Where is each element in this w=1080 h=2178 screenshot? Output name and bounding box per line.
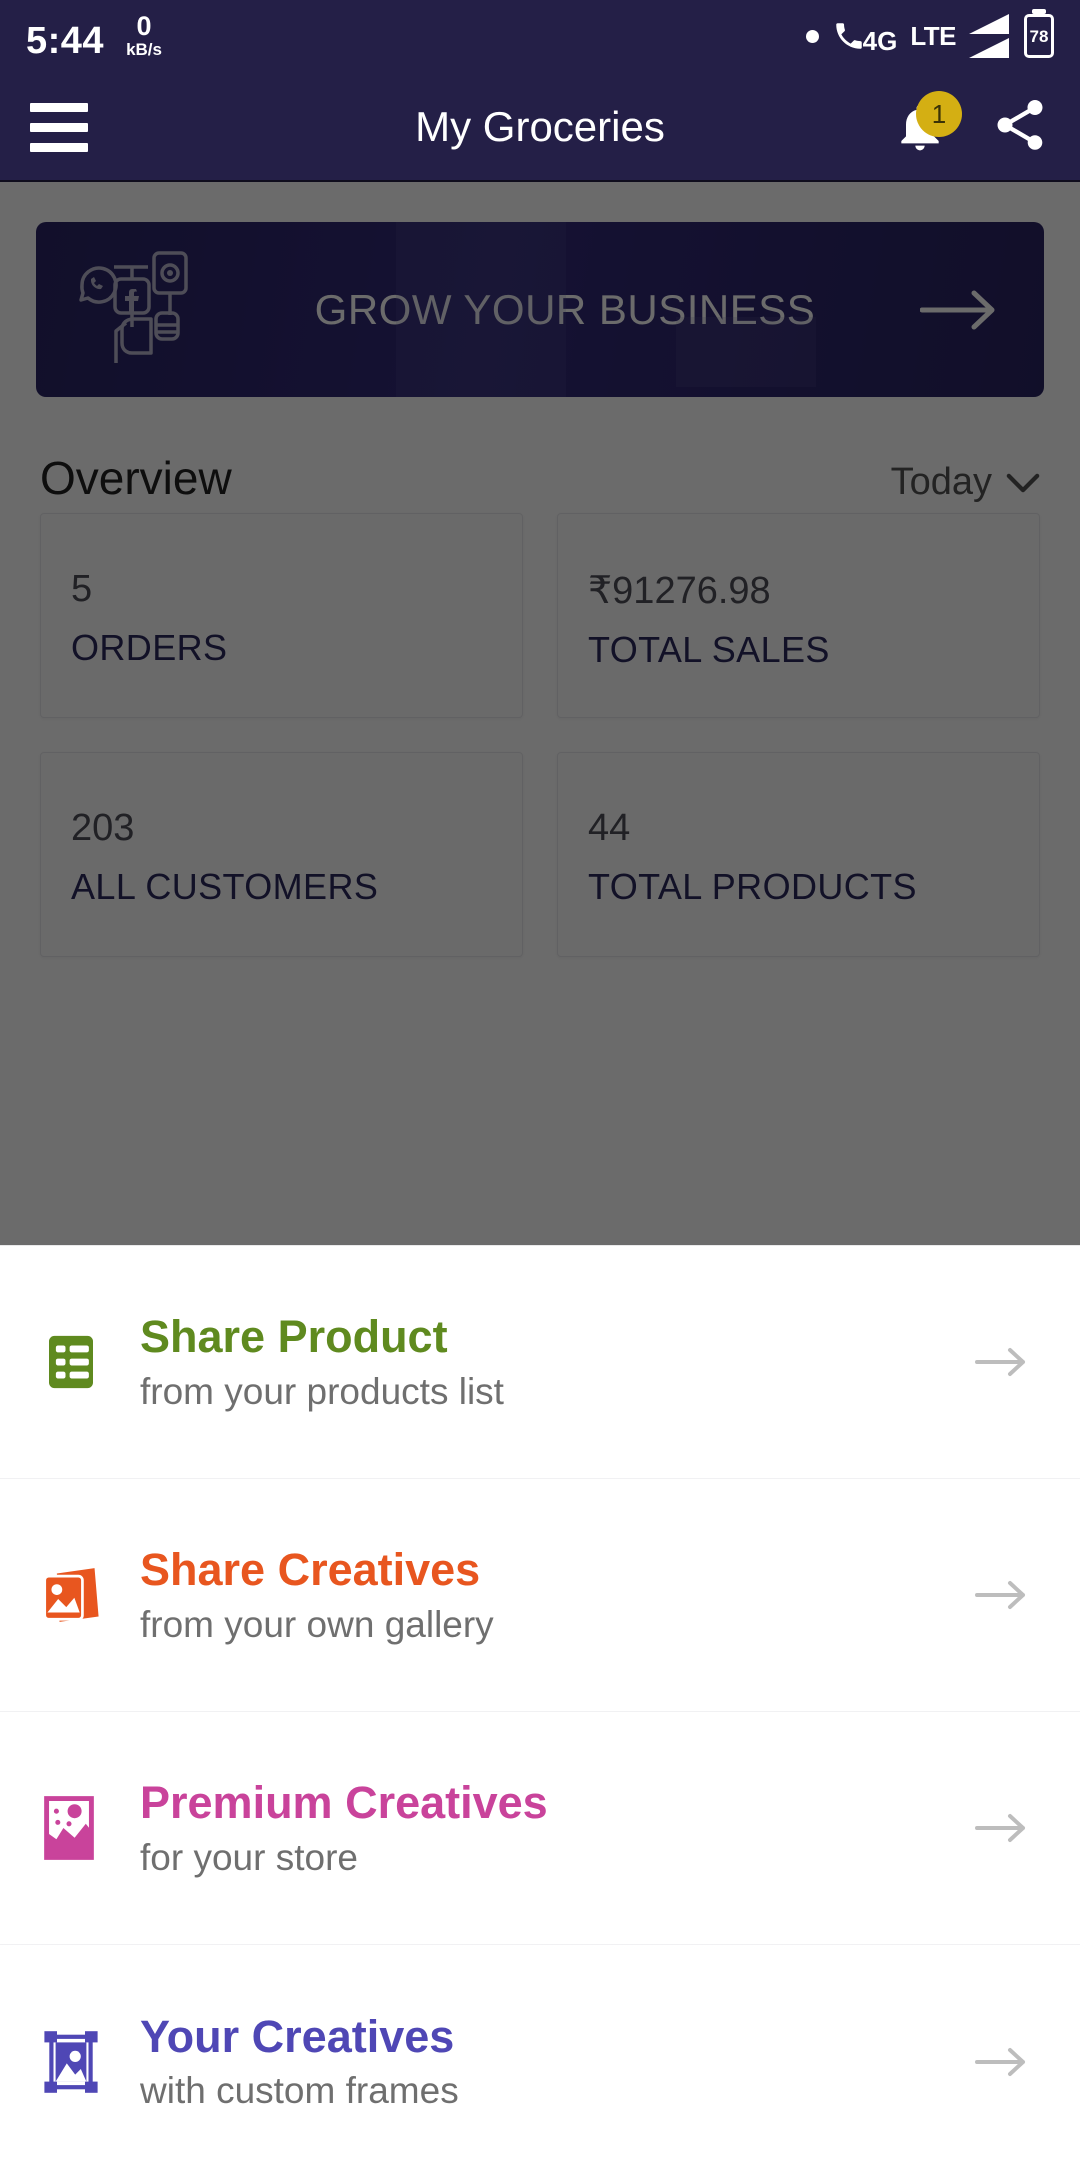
gallery-image-icon xyxy=(38,1562,130,1628)
sheet-item-subtitle: from your products list xyxy=(140,1370,504,1412)
network-speed-unit: kB/s xyxy=(126,39,162,59)
sheet-item-title: Premium Creatives xyxy=(140,1777,548,1829)
product-list-icon xyxy=(38,1329,130,1395)
modal-scrim-overlay[interactable] xyxy=(0,180,1080,1245)
sheet-item-your-creatives[interactable]: Your Creatives with custom frames xyxy=(0,1945,1080,2178)
sheet-item-premium-creatives[interactable]: Premium Creatives for your store xyxy=(0,1712,1080,1945)
network-speed-value: 0 xyxy=(136,10,152,41)
hamburger-bar xyxy=(30,142,88,152)
battery-percent-label: 78 xyxy=(1029,26,1049,46)
share-button[interactable] xyxy=(990,95,1050,160)
sheet-item-subtitle: for your store xyxy=(140,1836,358,1878)
notifications-button[interactable]: 1 xyxy=(892,91,962,157)
arrow-right-icon xyxy=(966,1345,1036,1379)
dot-icon xyxy=(805,29,819,43)
call-4g-icon: 4G xyxy=(832,19,898,56)
sheet-item-title: Share Product xyxy=(140,1311,448,1363)
sheet-item-text: Share Product from your products list xyxy=(130,1311,966,1413)
app-bar-actions: 1 xyxy=(892,91,1050,160)
network-speed-indicator: 0 kB/s xyxy=(126,10,162,60)
lte-label: LTE xyxy=(910,20,956,51)
premium-poster-icon xyxy=(38,1793,130,1863)
sheet-item-share-product[interactable]: Share Product from your products list xyxy=(0,1246,1080,1479)
hamburger-bar xyxy=(30,122,88,132)
app-bar: My Groceries 1 xyxy=(0,72,1080,182)
arrow-right-icon xyxy=(966,1811,1036,1845)
network-type-label: 4G xyxy=(862,25,898,56)
sheet-item-text: Your Creatives with custom frames xyxy=(130,2011,966,2113)
sheet-item-title: Your Creatives xyxy=(140,2010,455,2062)
custom-frame-icon xyxy=(38,2027,130,2097)
notification-badge: 1 xyxy=(916,91,962,137)
status-bar-right: 4G LTE 78 xyxy=(805,13,1054,59)
status-bar-left: 5:44 0 kB/s xyxy=(26,10,162,62)
sheet-item-text: Share Creatives from your own gallery xyxy=(130,1544,966,1646)
share-options-bottom-sheet: Share Product from your products list Sh… xyxy=(0,1245,1080,2178)
sheet-item-text: Premium Creatives for your store xyxy=(130,1777,966,1879)
status-bar: 5:44 0 kB/s 4G LTE 78 xyxy=(0,0,1080,72)
sheet-item-subtitle: from your own gallery xyxy=(140,1603,494,1645)
hamburger-menu-icon[interactable] xyxy=(30,102,88,152)
sheet-item-title: Share Creatives xyxy=(140,1544,481,1596)
arrow-right-icon xyxy=(966,1578,1036,1612)
share-icon xyxy=(997,99,1043,150)
sheet-item-share-creatives[interactable]: Share Creatives from your own gallery xyxy=(0,1479,1080,1712)
signal-strength-icon xyxy=(969,13,1011,59)
battery-icon: 78 xyxy=(1024,14,1054,58)
status-time: 5:44 xyxy=(26,19,105,62)
arrow-right-icon xyxy=(966,2045,1036,2079)
hamburger-bar xyxy=(30,102,88,112)
sheet-item-subtitle: with custom frames xyxy=(140,2070,459,2112)
